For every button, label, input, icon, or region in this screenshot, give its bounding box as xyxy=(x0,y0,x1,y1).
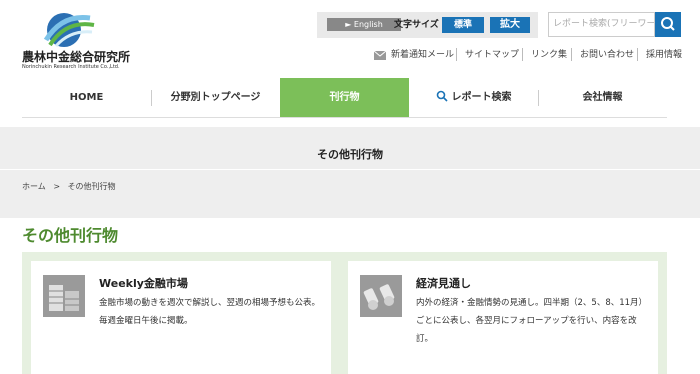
util-link-links[interactable]: リンク集 xyxy=(531,46,567,64)
breadcrumb-home[interactable]: ホーム xyxy=(22,182,46,191)
card-title: Weekly金融市場 xyxy=(99,277,188,290)
breadcrumb-current: その他刊行物 xyxy=(67,182,116,191)
divider xyxy=(0,169,700,170)
search-button[interactable] xyxy=(655,12,681,37)
card-description: 内外の経済・金融情勢の見通し。四半期（2、5、8、11月）ごとに公表し、各翌月に… xyxy=(416,298,643,344)
font-size-label: 文字サイズ xyxy=(394,20,439,30)
nav-publications[interactable]: 刊行物 xyxy=(280,78,409,117)
font-large-button[interactable]: 拡大 xyxy=(490,17,530,33)
search-icon xyxy=(661,17,675,31)
mail-icon xyxy=(374,51,386,60)
nav-report-search-label: レポート検索 xyxy=(451,92,512,103)
search-input[interactable]: レポート検索(フリーワード) xyxy=(548,12,655,37)
util-link-recruit[interactable]: 採用情報 xyxy=(646,46,682,64)
play-icon: ► xyxy=(345,20,354,29)
page-title: その他刊行物 xyxy=(317,148,383,161)
logo-mark-icon xyxy=(43,13,95,48)
util-divider xyxy=(571,48,572,61)
card-economic-outlook[interactable]: 経済見通し 内外の経済・金融情勢の見通し。四半期（2、5、8、11月）ごとに公表… xyxy=(348,261,658,374)
logo-subtitle: Norinchukin Research Institute Co.,Ltd. xyxy=(22,64,120,70)
nav-fields[interactable]: 分野別トップページ xyxy=(151,78,280,117)
breadcrumb-separator: > xyxy=(53,182,61,191)
logo-name: 農林中金総合研究所 xyxy=(22,50,131,64)
global-nav: HOME 分野別トップページ 刊行物 レポート検索 会社情報 xyxy=(22,78,667,118)
building-icon xyxy=(43,275,85,317)
breadcrumb: ホーム > その他刊行物 xyxy=(22,181,116,192)
util-divider xyxy=(456,48,457,61)
util-divider xyxy=(637,48,638,61)
util-link-mail[interactable]: 新着通知メール xyxy=(391,46,454,64)
nav-home[interactable]: HOME xyxy=(22,78,151,117)
util-link-sitemap[interactable]: サイトマップ xyxy=(465,46,519,64)
nav-report-search[interactable]: レポート検索 xyxy=(409,78,538,117)
nav-company[interactable]: 会社情報 xyxy=(538,78,667,117)
search-icon xyxy=(436,90,448,102)
site-header: 農林中金総合研究所 Norinchukin Research Institute… xyxy=(0,0,700,78)
util-link-contact[interactable]: お問い合わせ xyxy=(580,46,634,64)
english-button[interactable]: ► English xyxy=(327,18,401,31)
card-description: 金融市場の動きを週次で解説し、翌週の相場予想も公表。毎週金曜日午後に掲載。 xyxy=(99,298,321,326)
publication-cards: Weekly金融市場 金融市場の動きを週次で解説し、翌週の相場予想も公表。毎週金… xyxy=(22,252,667,374)
font-standard-button[interactable]: 標準 xyxy=(442,17,484,33)
card-title: 経済見通し xyxy=(416,277,471,290)
binoculars-icon xyxy=(360,275,402,317)
util-divider xyxy=(522,48,523,61)
accessibility-toolbar: ► English 文字サイズ 標準 拡大 xyxy=(317,12,538,38)
section-title: その他刊行物 xyxy=(22,226,119,245)
page-header-band: その他刊行物 ホーム > その他刊行物 xyxy=(0,127,700,218)
site-logo[interactable]: 農林中金総合研究所 Norinchukin Research Institute… xyxy=(22,10,130,72)
card-weekly-market[interactable]: Weekly金融市場 金融市場の動きを週次で解説し、翌週の相場予想も公表。毎週金… xyxy=(31,261,331,374)
